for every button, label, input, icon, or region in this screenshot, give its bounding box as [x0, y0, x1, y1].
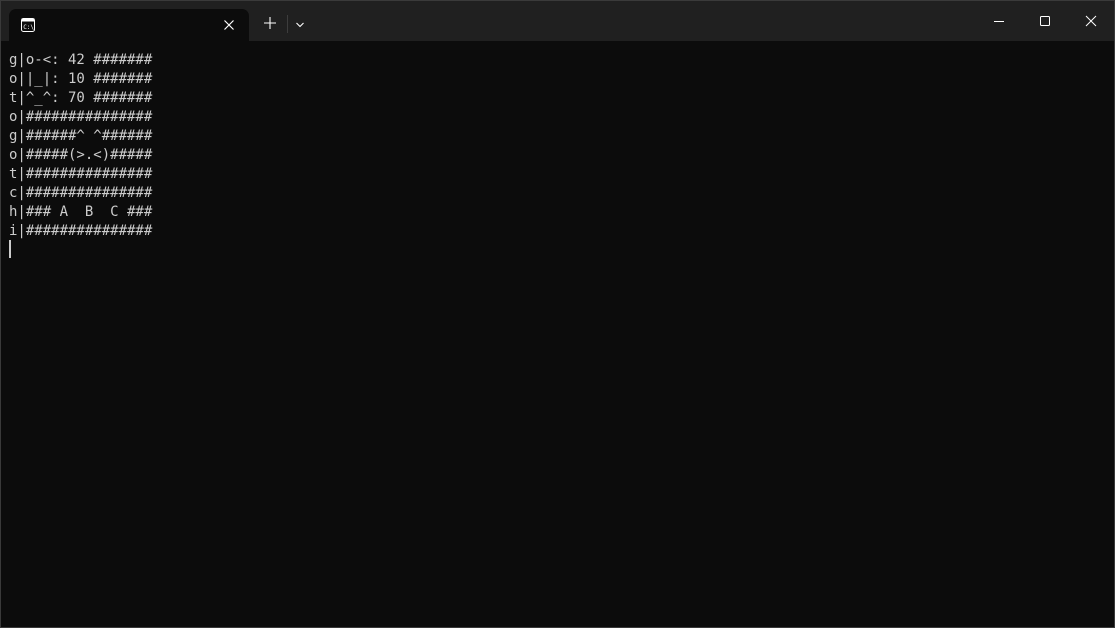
svg-text:C:\: C:\ [23, 24, 34, 31]
tab-separator [287, 15, 288, 33]
close-icon [224, 20, 234, 30]
maximize-icon [1040, 16, 1050, 26]
terminal-line: i|############### [9, 223, 153, 239]
terminal-line: o|#####(>.<)##### [9, 147, 153, 163]
terminal-line: h|### A B C ### [9, 204, 153, 220]
terminal-line: g|o-<: 42 ####### [9, 52, 153, 68]
tab-dropdown-button[interactable] [292, 17, 308, 33]
terminal-line: g|######^ ^###### [9, 128, 153, 144]
terminal-line: t|############### [9, 166, 153, 182]
minimize-icon [994, 21, 1004, 22]
terminal-line: c|############### [9, 185, 153, 201]
maximize-button[interactable] [1022, 1, 1068, 41]
tab-close-button[interactable] [221, 17, 237, 33]
terminal-icon: C:\ [21, 18, 35, 32]
plus-icon [264, 17, 276, 29]
terminal-tab[interactable]: C:\ [9, 9, 249, 41]
text-cursor [9, 240, 11, 258]
terminal-line: o||_|: 10 ####### [9, 71, 153, 87]
minimize-button[interactable] [976, 1, 1022, 41]
terminal-output[interactable]: g|o-<: 42 ####### o||_|: 10 ####### t|^_… [1, 41, 1114, 627]
terminal-line: t|^_^: 70 ####### [9, 90, 153, 106]
close-icon [1085, 15, 1097, 27]
window-close-button[interactable] [1068, 1, 1114, 41]
chevron-down-icon [296, 22, 304, 28]
terminal-window: C:\ g|o-<: 42 ####### o||_|: 10 ####### … [0, 0, 1115, 628]
terminal-line: o|############### [9, 109, 153, 125]
title-bar: C:\ [1, 1, 1114, 41]
new-tab-button[interactable] [260, 13, 280, 33]
